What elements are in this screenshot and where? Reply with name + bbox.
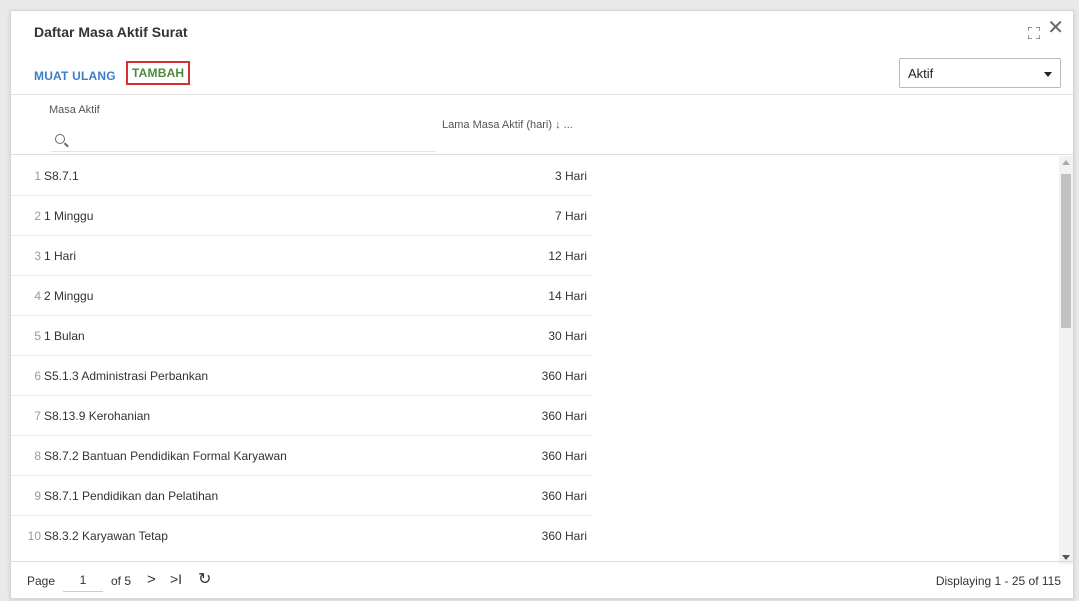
- column-header-label: Masa Aktif: [49, 104, 100, 116]
- row-name: 2 Minggu: [44, 289, 94, 303]
- row-duration: 12 Hari: [548, 249, 587, 263]
- grid-header: Masa Aktif Lama Masa Aktif (hari) ↓ ...: [11, 94, 1073, 155]
- status-filter-select[interactable]: Aktif: [899, 58, 1061, 88]
- row-duration: 360 Hari: [541, 449, 587, 463]
- table-row[interactable]: 1 S8.7.1 3 Hari: [11, 156, 591, 196]
- row-number: 2: [34, 209, 41, 223]
- chevron-down-icon: [1044, 72, 1052, 77]
- table-row[interactable]: 10 S8.3.2 Karyawan Tetap 360 Hari: [11, 516, 591, 554]
- dialog-window: Daftar Masa Aktif Surat ✕ MUAT ULANG TAM…: [10, 10, 1074, 599]
- scrollbar-thumb[interactable]: [1061, 174, 1071, 328]
- display-count: Displaying 1 - 25 of 115: [935, 574, 1061, 588]
- refresh-icon[interactable]: ↻: [198, 569, 211, 589]
- row-name: S5.1.3 Administrasi Perbankan: [44, 369, 209, 383]
- row-duration: 14 Hari: [548, 289, 587, 303]
- row-duration: 360 Hari: [541, 529, 587, 543]
- page-label: Page: [27, 574, 56, 588]
- table-row[interactable]: 51 Bulan 30 Hari: [11, 316, 591, 356]
- row-number: 5: [34, 329, 41, 343]
- table-row[interactable]: 21 Minggu 7 Hari: [11, 196, 591, 236]
- status-filter-value: Aktif: [908, 66, 934, 81]
- titlebar: Daftar Masa Aktif Surat ✕: [11, 11, 1073, 53]
- row-number: 1: [34, 169, 41, 183]
- row-duration: 360 Hari: [541, 489, 587, 503]
- page-count-label: of 5: [111, 574, 132, 588]
- dialog-title: Daftar Masa Aktif Surat: [34, 24, 188, 40]
- table-row[interactable]: 8 S8.7.2 Bantuan Pendidikan Formal Karyaw…: [11, 436, 591, 476]
- row-name: 1 Hari: [44, 249, 77, 263]
- table-row[interactable]: 42 Minggu 14 Hari: [11, 276, 591, 316]
- scroll-up-icon[interactable]: [1062, 160, 1070, 165]
- maximize-icon[interactable]: [1028, 27, 1040, 39]
- row-name: S8.7.1: [44, 169, 79, 183]
- row-number: 7: [34, 409, 41, 423]
- row-number: 3: [34, 249, 41, 263]
- add-button[interactable]: TAMBAH: [126, 61, 191, 85]
- row-number: 4: [34, 289, 41, 303]
- next-page-icon[interactable]: >: [147, 571, 156, 588]
- row-duration: 7 Hari: [554, 209, 587, 223]
- row-name: 1 Minggu: [44, 209, 94, 223]
- column-header-label: Lama Masa Aktif (hari) ↓ ...: [442, 119, 573, 131]
- grid-body: 1 S8.7.1 3 Hari 21 Minggu 7 Hari 31 Hari 12 …: [11, 156, 1061, 554]
- row-number: 6: [34, 369, 41, 383]
- search-icon: [55, 134, 65, 144]
- table-row[interactable]: 31 Hari 12 Hari: [11, 236, 591, 276]
- last-page-icon[interactable]: >I: [170, 571, 182, 587]
- row-name: S8.7.2 Bantuan Pendidikan Formal Karyawa…: [44, 449, 287, 463]
- row-number: 10: [27, 529, 41, 543]
- close-icon[interactable]: ✕: [1047, 18, 1064, 38]
- row-name: S8.3.2 Karyawan Tetap: [44, 529, 168, 543]
- row-duration: 3 Hari: [554, 169, 587, 183]
- table-row[interactable]: 7 S8.13.9 Kerohanian 360 Hari: [11, 396, 591, 436]
- row-name: S8.7.1 Pendidikan dan Pelatihan: [44, 489, 219, 503]
- table-row[interactable]: 6 S5.1.3 Administrasi Perbankan 360 Hari: [11, 356, 591, 396]
- row-number: 8: [34, 449, 41, 463]
- column-filter-input[interactable]: [51, 130, 436, 152]
- vertical-scrollbar[interactable]: [1059, 156, 1073, 564]
- scroll-down-icon[interactable]: [1062, 555, 1070, 560]
- column-header-lama-masa-aktif[interactable]: Lama Masa Aktif (hari) ↓ ...: [436, 95, 592, 155]
- row-name: S8.13.9 Kerohanian: [44, 409, 151, 423]
- row-duration: 360 Hari: [541, 409, 587, 423]
- reload-button[interactable]: MUAT ULANG: [34, 69, 116, 83]
- row-duration: 360 Hari: [541, 369, 587, 383]
- table-row[interactable]: 9 S8.7.1 Pendidikan dan Pelatihan 360 Hari: [11, 476, 591, 516]
- row-name: 1 Bulan: [44, 329, 85, 343]
- pagination-bar: Page 1 of 5 > >I ↻ Displaying 1 - 25 of …: [11, 561, 1073, 598]
- row-duration: 30 Hari: [548, 329, 587, 343]
- page-number-input[interactable]: 1: [63, 568, 103, 592]
- row-number: 9: [34, 489, 41, 503]
- column-header-masa-aktif[interactable]: Masa Aktif: [11, 95, 436, 155]
